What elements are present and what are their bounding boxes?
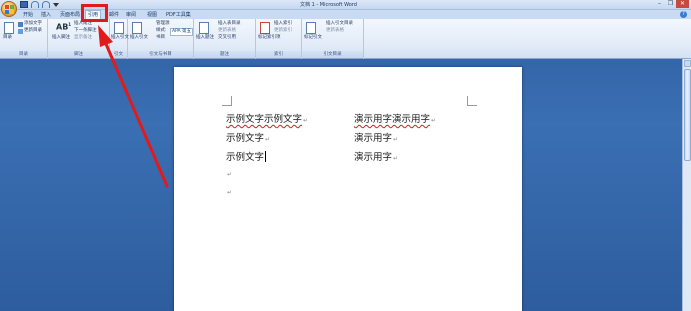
margin-corner-top-right bbox=[467, 96, 477, 106]
margin-corner-top-left bbox=[222, 96, 232, 106]
group-footnotes: AB1 插入脚注 插入尾注 下一条脚注 显示备注 脚注 bbox=[48, 19, 110, 59]
group-citation: 插入引文 引文 bbox=[110, 19, 129, 59]
tab-mailings[interactable]: 邮件 bbox=[107, 11, 121, 19]
text-cursor bbox=[265, 151, 267, 162]
show-notes-button[interactable]: 显示备注 bbox=[74, 35, 92, 41]
doc-line-2-right: 演示用字↵ bbox=[354, 130, 398, 144]
insert-citation-button[interactable]: 插入引文 bbox=[130, 35, 148, 41]
add-text-icon bbox=[18, 22, 23, 27]
office-button[interactable] bbox=[1, 1, 17, 17]
maximize-button[interactable]: ❐ bbox=[665, 0, 676, 8]
paragraph-mark: ↵ bbox=[393, 155, 399, 162]
tab-review[interactable]: 审阅 bbox=[124, 11, 138, 19]
toc-button[interactable]: 目录 bbox=[3, 35, 12, 41]
paragraph-mark: ↵ bbox=[303, 117, 309, 124]
update-table-button[interactable]: 更新表格 bbox=[218, 28, 236, 34]
redo-icon[interactable] bbox=[42, 1, 50, 8]
group-label-citation: 引文 bbox=[110, 51, 127, 58]
toc-icon bbox=[4, 22, 14, 34]
group-authorities: 标记引文 插入引文目录 更新表格 引文目录 bbox=[302, 19, 364, 59]
empty-paragraph-2: ↵ bbox=[226, 186, 232, 197]
group-toc: 目录 添加文字 更新目录 目录 bbox=[0, 19, 48, 59]
insert-footnote-button[interactable]: 插入脚注 bbox=[52, 35, 70, 41]
next-footnote-button[interactable]: 下一条脚注 bbox=[74, 28, 97, 34]
insert-table-of-figures-button[interactable]: 插入表目录 bbox=[218, 21, 241, 27]
group-citations-bibliography: 插入引文 管理源 样式: APA 第五 书目 引文与书目 bbox=[128, 19, 194, 59]
group-label-footnotes: 脚注 bbox=[48, 51, 109, 58]
doc-line-2-left: 示例文字↵ bbox=[226, 130, 270, 144]
tab-insert[interactable]: 插入 bbox=[39, 11, 53, 19]
text-left-1: 示例文字示例文字 bbox=[226, 114, 303, 125]
update-toc-button[interactable]: 更新目录 bbox=[24, 28, 42, 34]
group-captions: 插入题注 插入表目录 更新表格 交叉引用 题注 bbox=[194, 19, 256, 59]
update-toa-button[interactable]: 更新表格 bbox=[326, 28, 344, 34]
tab-view[interactable]: 视图 bbox=[145, 11, 159, 19]
group-label-citations-bibliography: 引文与书目 bbox=[128, 51, 193, 58]
document-page[interactable]: 示例文字示例文字↵ 演示用字演示用字↵ 示例文字↵ 演示用字↵ 示例文字 演示用… bbox=[174, 67, 522, 311]
citation-button[interactable]: 插入引文 bbox=[111, 35, 129, 41]
close-button[interactable]: ✕ bbox=[676, 0, 689, 8]
manage-sources-button[interactable]: 管理源 bbox=[156, 21, 170, 27]
paragraph-mark: ↵ bbox=[265, 136, 271, 143]
update-index-button[interactable]: 更新索引 bbox=[274, 28, 292, 34]
insert-index-button[interactable]: 插入索引 bbox=[274, 21, 292, 27]
insert-caption-icon bbox=[199, 22, 209, 34]
paragraph-mark: ↵ bbox=[227, 189, 233, 196]
paragraph-mark: ↵ bbox=[227, 171, 233, 178]
highlight-box bbox=[81, 4, 108, 22]
group-label-toc: 目录 bbox=[0, 51, 47, 58]
text-left-2: 示例文字 bbox=[226, 133, 265, 144]
doc-line-1-left: 示例文字示例文字↵ bbox=[226, 111, 308, 125]
undo-icon[interactable] bbox=[31, 1, 39, 8]
office-logo-icon bbox=[5, 5, 14, 14]
doc-line-3-right: 演示用字↵ bbox=[354, 149, 398, 163]
group-label-authorities: 引文目录 bbox=[302, 51, 363, 58]
tab-page-layout[interactable]: 页面布局 bbox=[58, 11, 82, 19]
customize-qat-icon[interactable] bbox=[53, 3, 59, 7]
save-icon[interactable] bbox=[20, 1, 28, 8]
group-label-index: 索引 bbox=[256, 51, 301, 58]
mark-entry-icon bbox=[260, 22, 270, 34]
tab-pdf-tools[interactable]: PDF工具集 bbox=[164, 11, 193, 19]
empty-paragraph-1: ↵ bbox=[226, 168, 232, 179]
insert-caption-button[interactable]: 插入题注 bbox=[196, 35, 214, 41]
doc-line-1-right: 演示用字演示用字↵ bbox=[354, 111, 436, 125]
group-label-captions: 题注 bbox=[194, 51, 255, 58]
ribbon: 目录 添加文字 更新目录 目录 AB1 插入脚注 插入尾注 下一条脚注 显示备注… bbox=[0, 19, 691, 59]
tab-home[interactable]: 开始 bbox=[21, 11, 35, 19]
add-text-button[interactable]: 添加文字 bbox=[24, 21, 42, 27]
style-select[interactable]: APA 第五 bbox=[170, 28, 194, 36]
window-title: 文档 1 - Microsoft Word bbox=[300, 2, 357, 8]
citation-doc-icon bbox=[114, 22, 124, 34]
quick-access-toolbar bbox=[20, 1, 59, 8]
cross-reference-button[interactable]: 交叉引用 bbox=[218, 35, 236, 41]
mark-citation-button[interactable]: 标记引文 bbox=[304, 35, 322, 41]
update-toc-icon bbox=[18, 29, 23, 34]
style-label: 样式: bbox=[156, 28, 167, 33]
text-right-2: 演示用字 bbox=[354, 133, 393, 144]
mark-citation-icon bbox=[306, 22, 316, 34]
arrow-shaft bbox=[104, 42, 169, 188]
text-right-1: 演示用字演示用字 bbox=[354, 114, 431, 125]
paragraph-mark: ↵ bbox=[431, 117, 437, 124]
paragraph-mark: ↵ bbox=[393, 136, 399, 143]
word-window: { "window": { "title": "文档 1 - Microsoft… bbox=[0, 0, 691, 311]
doc-line-3-left: 示例文字 bbox=[226, 149, 267, 163]
insert-citation-icon bbox=[132, 22, 142, 34]
group-index: 标记索引项 插入索引 更新索引 索引 bbox=[256, 19, 302, 59]
footnote-ab-icon: AB1 bbox=[56, 22, 72, 32]
bibliography-button[interactable]: 书目 bbox=[156, 35, 165, 41]
minimize-button[interactable]: – bbox=[654, 0, 665, 8]
help-icon[interactable]: ? bbox=[680, 11, 687, 18]
insert-toa-button[interactable]: 插入引文目录 bbox=[326, 21, 353, 27]
window-controls: – ❐ ✕ bbox=[654, 0, 689, 8]
scroll-up-button[interactable] bbox=[684, 60, 691, 67]
text-right-3: 演示用字 bbox=[354, 152, 393, 163]
mark-entry-button[interactable]: 标记索引项 bbox=[258, 35, 281, 41]
text-left-3: 示例文字 bbox=[226, 152, 265, 163]
scroll-thumb[interactable] bbox=[684, 69, 691, 161]
vertical-scrollbar[interactable] bbox=[682, 59, 691, 311]
